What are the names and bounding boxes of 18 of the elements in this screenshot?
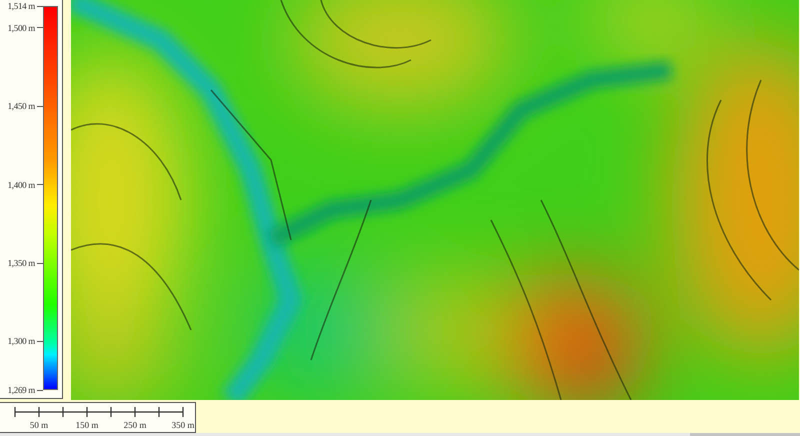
scale-label: 350 m <box>172 420 194 430</box>
scale-bar-icon <box>14 406 184 418</box>
elevation-label: 1,400 m <box>8 180 35 190</box>
scale-label: 150 m <box>76 420 98 430</box>
elevation-label: 1,500 m <box>8 22 35 33</box>
tick-mark <box>37 27 43 28</box>
elevation-label: 1,450 m <box>8 101 35 112</box>
elevation-label: 1,350 m <box>8 258 35 268</box>
scrollbar-thumb[interactable] <box>690 433 800 436</box>
scale-label: 50 m <box>30 420 48 430</box>
tick-mark <box>37 262 43 264</box>
elevation-label: 1,300 m <box>8 336 35 346</box>
tick-mark <box>37 340 43 342</box>
tick-mark <box>37 184 43 186</box>
elevation-label: 1,514 m <box>8 1 35 11</box>
elevation-label: 1,269 m <box>8 385 35 395</box>
scale-label: 250 m <box>124 420 146 430</box>
tick-mark <box>37 106 43 107</box>
